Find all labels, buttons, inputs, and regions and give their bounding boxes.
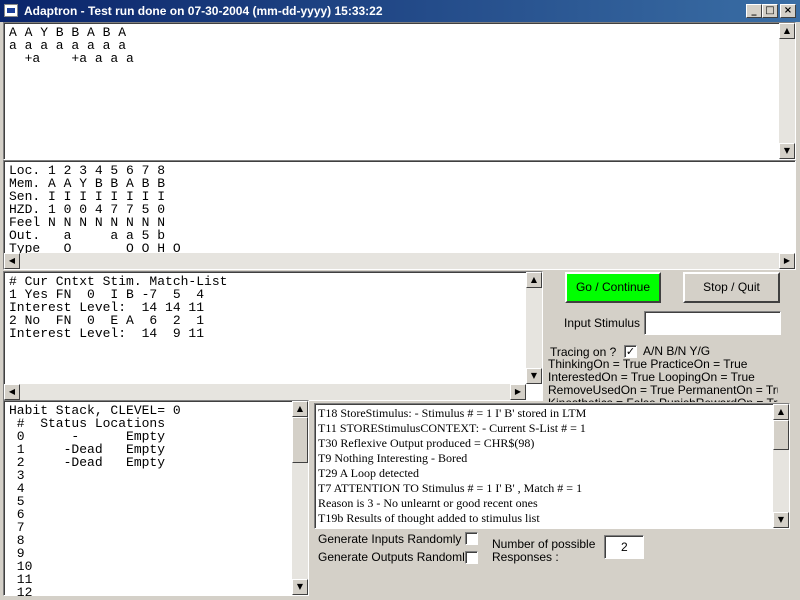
title-bar[interactable]: Adaptron - Test run done on 07-30-2004 (… (0, 0, 800, 22)
go-continue-button[interactable]: Go / Continue (565, 272, 661, 303)
text-line: T9 Nothing Interesting - Bored (318, 451, 468, 465)
generate-inputs-checkbox[interactable] (465, 532, 478, 545)
memory-horizontal-scrollbar[interactable]: ◀ ▶ (4, 253, 795, 269)
text-line: 12 (9, 585, 33, 600)
scroll-down-icon[interactable]: ▼ (292, 579, 308, 595)
input-stimulus-field[interactable] (644, 311, 781, 335)
trace-log-panel[interactable]: T18 StoreStimulus: - Stimulus # = 1 I' B… (314, 403, 790, 529)
text-line: 11 (9, 572, 33, 587)
tracing-label: Tracing on ? (550, 345, 617, 359)
scroll-left-icon[interactable]: ◀ (4, 253, 20, 269)
text-line: Interest Level: 14 9 11 (9, 326, 205, 341)
stimulus-sequence-text: A A Y B B A B Aa a a a a a a a +a +a a a… (9, 26, 134, 65)
context-text: # Cur Cntxt Stim. Match-List 1 Yes FN 0 I… (9, 275, 227, 340)
scroll-left-icon[interactable]: ◀ (4, 384, 20, 400)
stimulus-sequence-panel[interactable]: A A Y B B A B Aa a a a a a a a +a +a a a… (3, 22, 796, 160)
text-line: 4 (9, 481, 25, 496)
top-panel-vertical-scrollbar[interactable]: ▲ ▼ (779, 23, 795, 159)
scroll-right-icon[interactable]: ▶ (510, 384, 526, 400)
trace-log-text: T18 StoreStimulus: - Stimulus # = 1 I' B… (318, 406, 770, 526)
memory-text: Loc. 1 2 3 4 5 6 7 8 Mem. A A Y B B A B B… (9, 164, 181, 255)
stop-quit-button[interactable]: Stop / Quit (683, 272, 780, 303)
text-line: 8 (9, 533, 25, 548)
text-line: T19b Results of thought added to stimulu… (318, 511, 540, 525)
text-line: T29 A Loop detected (318, 466, 419, 480)
text-line: T11 STOREStimulusCONTEXT: - Current S-Li… (318, 421, 586, 435)
generate-outputs-label: Generate Outputs Randomly? (318, 550, 478, 564)
scroll-down-icon[interactable]: ▼ (779, 143, 795, 159)
responses-count-field[interactable] (604, 535, 644, 559)
text-line: 7 (9, 520, 25, 535)
window-title: Adaptron - Test run done on 07-30-2004 (… (24, 4, 383, 18)
close-button[interactable]: × (780, 4, 796, 18)
habit-stack-scrollbar[interactable]: ▲ ▼ (292, 401, 308, 595)
tracing-modes-label: A/N B/N Y/G (643, 344, 711, 358)
responses-label-line2: Responses : (492, 550, 559, 564)
text-line: Reason is 3 - No unlearnt or good recent… (318, 496, 538, 510)
text-line: 3 (9, 468, 25, 483)
text-line: T30 Reflexive Output produced = CHR$(98) (318, 436, 535, 450)
text-line: T18 StoreStimulus: - Stimulus # = 1 I' B… (318, 406, 587, 420)
generate-inputs-label: Generate Inputs Randomly ? (318, 532, 472, 546)
memory-panel[interactable]: Loc. 1 2 3 4 5 6 7 8 Mem. A A Y B B A B B… (3, 160, 796, 270)
text-line: 6 (9, 507, 25, 522)
context-vertical-scrollbar[interactable]: ▲ ▼ (526, 272, 542, 384)
text-line: T7 ATTENTION TO Stimulus # = 1 I' B' , M… (318, 481, 583, 495)
flags-area: ThinkingOn = True PracticeOn = True Inter… (548, 358, 778, 402)
scroll-up-icon[interactable]: ▲ (773, 404, 789, 420)
generate-outputs-checkbox[interactable] (465, 551, 478, 564)
minimize-button[interactable]: _ (746, 4, 762, 18)
scroll-right-icon[interactable]: ▶ (779, 253, 795, 269)
text-line: +a +a a a a (9, 51, 134, 66)
scroll-down-icon[interactable]: ▼ (526, 368, 542, 384)
context-panel[interactable]: # Cur Cntxt Stim. Match-List 1 Yes FN 0 I… (3, 271, 543, 401)
scroll-down-icon[interactable]: ▼ (773, 512, 789, 528)
maximize-button[interactable]: □ (762, 4, 778, 18)
scroll-thumb[interactable] (773, 420, 789, 450)
scroll-up-icon[interactable]: ▲ (779, 23, 795, 39)
habit-stack-panel[interactable]: Habit Stack, CLEVEL= 0 # Status Location… (3, 400, 309, 599)
text-line: 2 -Dead Empty (9, 455, 166, 470)
scroll-thumb[interactable] (292, 417, 308, 463)
responses-label-line1: Number of possible (492, 537, 596, 551)
scroll-up-icon[interactable]: ▲ (292, 401, 308, 417)
text-line: Kinesthetics = False PunishRewardOn = Tr… (548, 397, 778, 403)
trace-log-scrollbar[interactable]: ▲ ▼ (773, 404, 789, 528)
text-line: 10 (9, 559, 33, 574)
tracing-checkbox[interactable]: ✓ (624, 345, 637, 358)
input-stimulus-label: Input Stimulus : (564, 316, 647, 330)
app-icon[interactable] (4, 4, 18, 17)
context-horizontal-scrollbar[interactable]: ◀ ▶ (4, 384, 526, 400)
habit-stack-text: Habit Stack, CLEVEL= 0 # Status Location… (9, 404, 181, 599)
text-line: 5 (9, 494, 25, 509)
text-line: 9 (9, 546, 25, 561)
scroll-up-icon[interactable]: ▲ (526, 272, 542, 288)
